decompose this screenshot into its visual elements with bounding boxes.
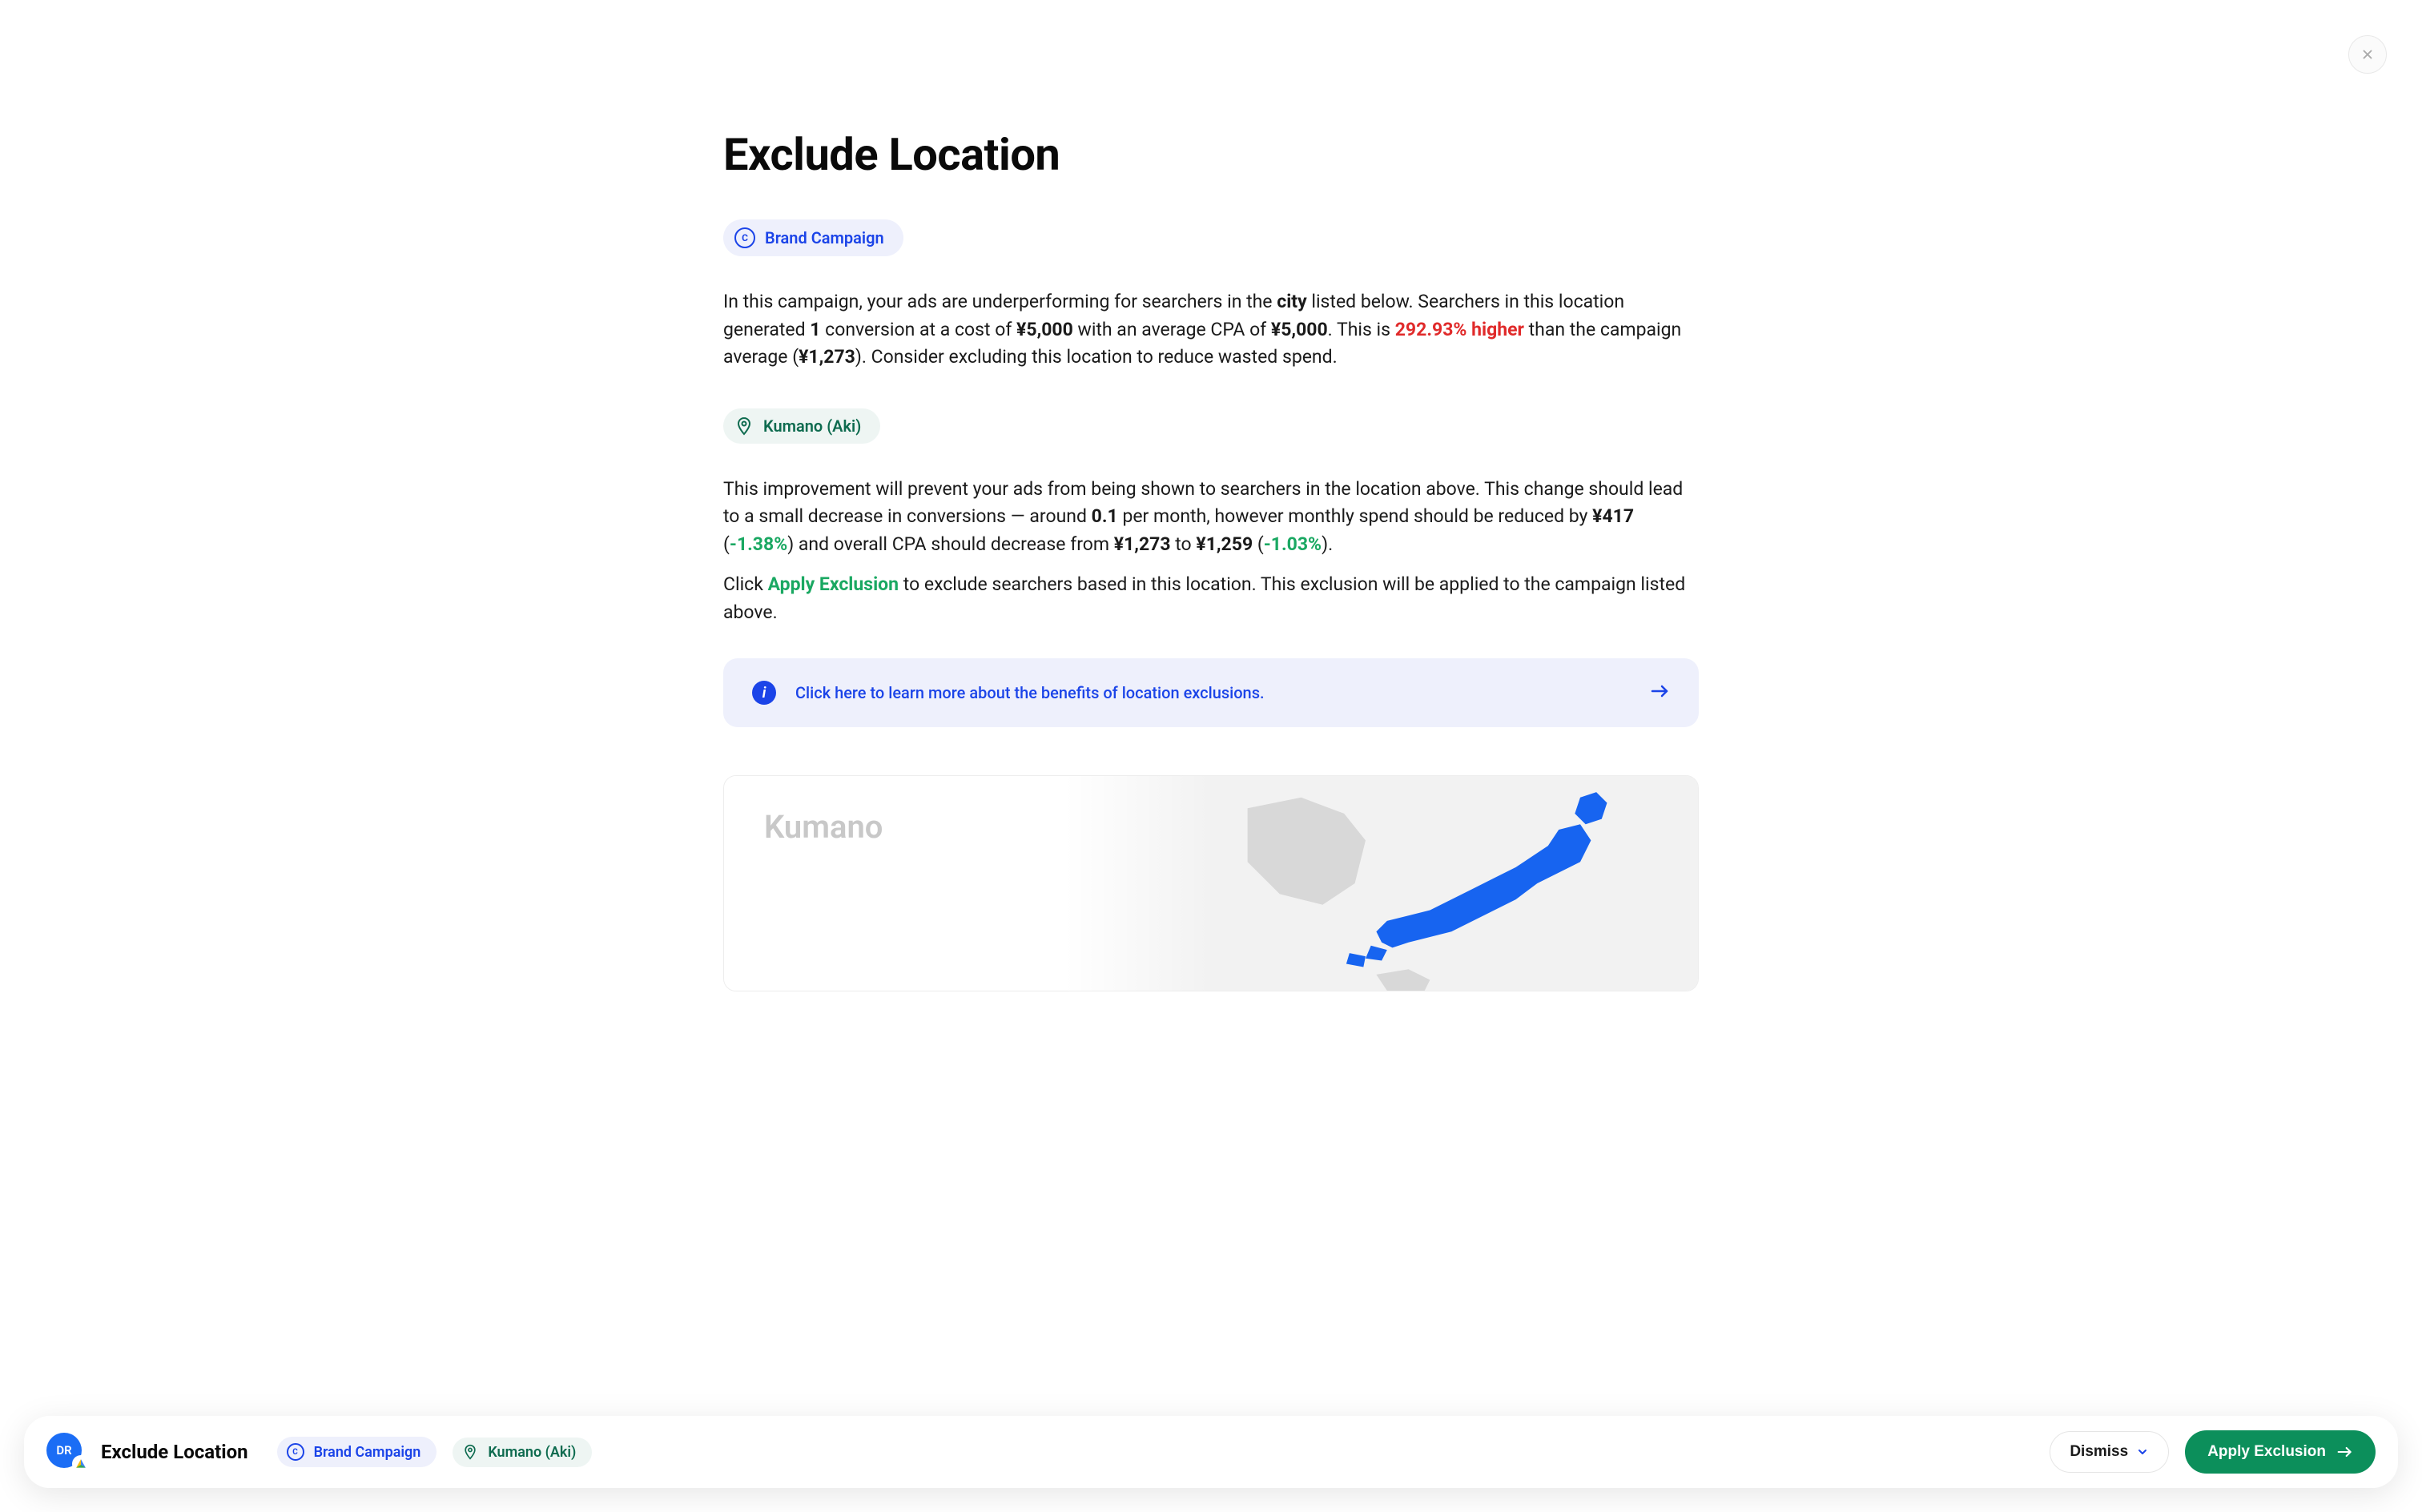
text-segment: conversion at a cost of — [820, 319, 1016, 340]
bold-city: city — [1277, 291, 1306, 312]
map-japan-icon — [1162, 776, 1698, 991]
chevron-down-icon — [2136, 1446, 2149, 1458]
bottom-campaign-pill[interactable]: C Brand Campaign — [277, 1437, 437, 1467]
apply-label: Apply Exclusion — [2207, 1443, 2326, 1461]
bold-spend: ¥417 — [1592, 505, 1634, 527]
description-paragraph-2: This improvement will prevent your ads f… — [723, 476, 1699, 559]
map-label: Kumano — [764, 808, 883, 846]
bold-from: ¥1,273 — [1114, 533, 1171, 555]
text-segment: ) and overall CPA should decrease from — [787, 533, 1114, 555]
campaign-name: Brand Campaign — [765, 228, 884, 247]
info-icon: i — [752, 681, 776, 705]
bold-decrease: 0.1 — [1092, 505, 1118, 527]
bold-cost: ¥5,000 — [1016, 319, 1073, 340]
text-segment: ( — [1253, 533, 1264, 555]
description-paragraph-1: In this campaign, your ads are underperf… — [723, 288, 1699, 372]
green-cpa-pct: -1.03% — [1264, 533, 1322, 555]
text-segment: ). Consider excluding this location to r… — [855, 346, 1338, 368]
close-button[interactable] — [2348, 35, 2387, 74]
bold-to: ¥1,259 — [1196, 533, 1253, 555]
bottom-action-bar: DR Exclude Location C Brand Campaign Kum… — [24, 1416, 2398, 1488]
text-segment: with an average CPA of — [1073, 319, 1271, 340]
map-card: Kumano — [723, 775, 1699, 991]
location-name: Kumano (Aki) — [763, 416, 861, 436]
location-pill[interactable]: Kumano (Aki) — [723, 408, 880, 444]
main-content: Exclude Location C Brand Campaign In thi… — [723, 0, 1699, 1152]
text-segment: In this campaign, your ads are underperf… — [723, 291, 1277, 312]
text-segment: ). — [1322, 533, 1333, 555]
red-percent: 292.93% higher — [1395, 319, 1524, 340]
apply-exclusion-button[interactable]: Apply Exclusion — [2185, 1430, 2376, 1474]
info-banner[interactable]: i Click here to learn more about the ben… — [723, 658, 1699, 727]
text-segment: ( — [723, 533, 730, 555]
bold-cpa: ¥5,000 — [1271, 319, 1328, 340]
apply-link-text: Apply Exclusion — [768, 573, 899, 595]
info-banner-text: Click here to learn more about the benef… — [795, 683, 1631, 702]
text-segment: to — [1171, 533, 1197, 555]
bottom-location-pill[interactable]: Kumano (Aki) — [453, 1438, 592, 1467]
dismiss-button[interactable]: Dismiss — [2050, 1431, 2169, 1473]
avatar-stack: DR — [46, 1433, 85, 1471]
bottom-campaign-name: Brand Campaign — [314, 1444, 421, 1461]
avatar-badge-icon — [72, 1455, 90, 1473]
bottom-location-name: Kumano (Aki) — [488, 1444, 576, 1461]
bottom-bar-title: Exclude Location — [101, 1441, 248, 1463]
page-title: Exclude Location — [723, 128, 1699, 181]
bold-conversions: 1 — [810, 319, 820, 340]
location-pin-icon — [734, 416, 754, 436]
campaign-icon: C — [287, 1443, 304, 1461]
text-segment: per month, however monthly spend should … — [1118, 505, 1592, 527]
arrow-right-icon — [2337, 1446, 2353, 1458]
bold-avg: ¥1,273 — [799, 346, 855, 368]
campaign-icon: C — [734, 227, 755, 248]
text-segment: . This is — [1328, 319, 1395, 340]
arrow-right-icon — [1651, 685, 1670, 701]
campaign-pill[interactable]: C Brand Campaign — [723, 219, 903, 256]
green-spend-pct: -1.38% — [730, 533, 787, 555]
location-pin-icon — [462, 1444, 478, 1460]
text-segment: Click — [723, 573, 768, 595]
close-icon — [2360, 47, 2375, 62]
dismiss-label: Dismiss — [2070, 1443, 2128, 1461]
description-paragraph-3: Click Apply Exclusion to exclude searche… — [723, 571, 1699, 626]
